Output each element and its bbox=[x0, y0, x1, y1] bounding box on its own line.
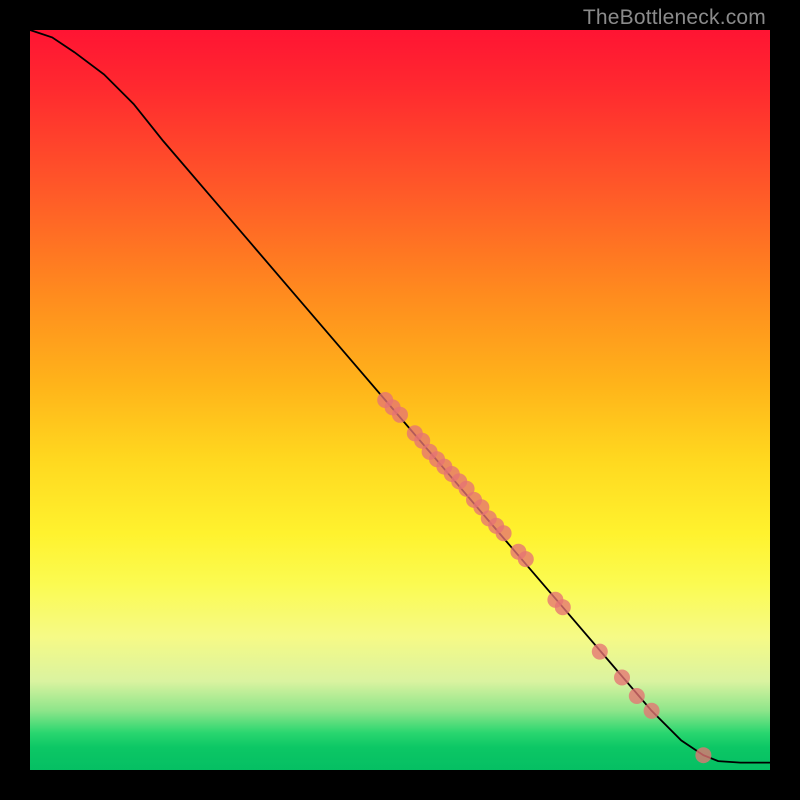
data-marker bbox=[644, 703, 660, 719]
data-marker bbox=[392, 407, 408, 423]
curve-layer bbox=[30, 30, 770, 770]
plot-area bbox=[30, 30, 770, 770]
data-marker bbox=[695, 747, 711, 763]
bottleneck-curve bbox=[30, 30, 770, 763]
watermark-text: TheBottleneck.com bbox=[583, 6, 766, 30]
data-marker bbox=[629, 688, 645, 704]
data-marker bbox=[496, 525, 512, 541]
chart-stage: TheBottleneck.com bbox=[0, 0, 800, 800]
data-marker bbox=[614, 670, 630, 686]
markers-group bbox=[377, 392, 711, 763]
data-marker bbox=[518, 551, 534, 567]
data-marker bbox=[555, 599, 571, 615]
data-marker bbox=[592, 644, 608, 660]
